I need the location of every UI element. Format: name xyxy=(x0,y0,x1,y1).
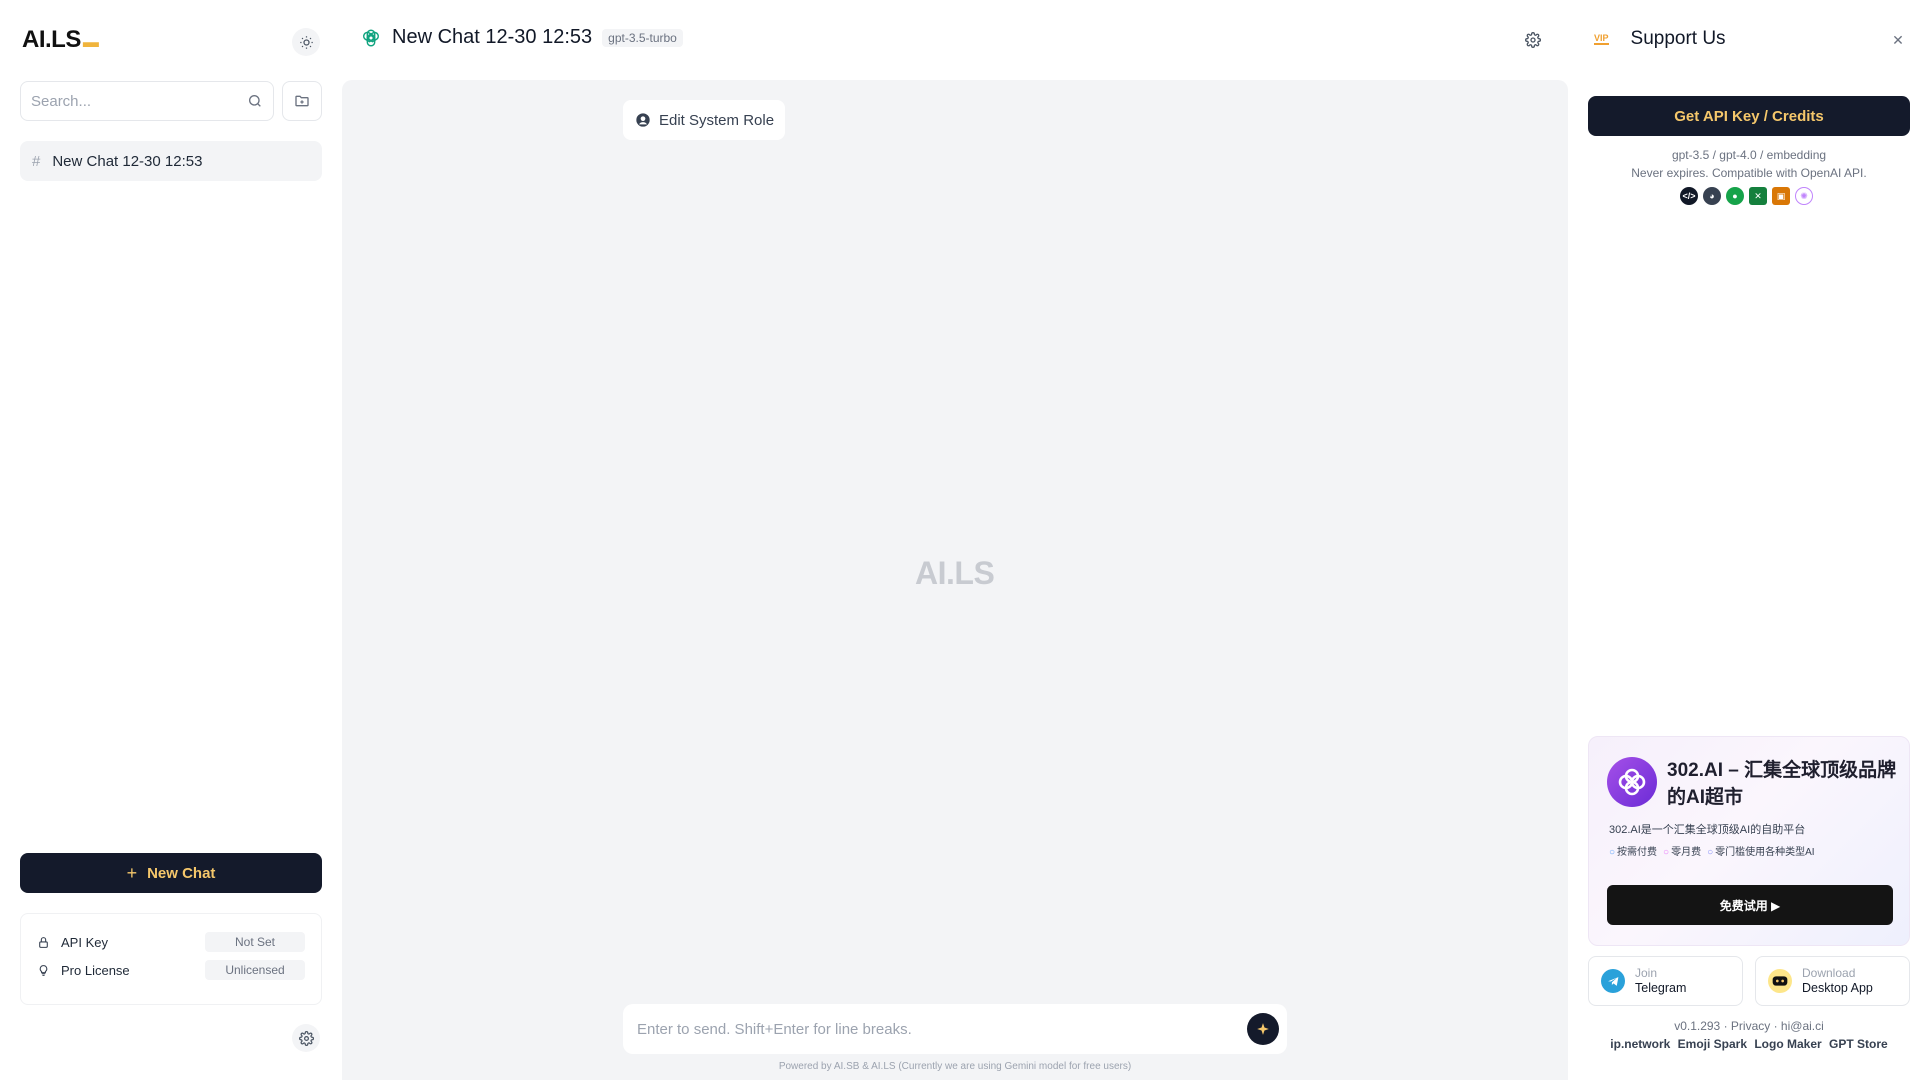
desktop-app-icon xyxy=(1768,969,1792,993)
edit-system-role-button[interactable]: Edit System Role xyxy=(623,100,785,140)
chat-list-item-title: New Chat 12-30 12:53 xyxy=(52,152,203,170)
sun-icon xyxy=(299,35,313,49)
telegram-small-label: Join xyxy=(1635,966,1658,980)
logo-decoration: ▬ xyxy=(82,34,100,51)
api-description: gpt-3.5 / gpt-4.0 / embedding Never expi… xyxy=(1588,146,1910,182)
free-trial-button[interactable]: 免费试用 ▶ xyxy=(1607,885,1893,925)
promo-card[interactable]: 302.AI – 汇集全球顶级品牌的AI超市 302.AI是一个汇集全球顶级AI… xyxy=(1588,736,1910,946)
page-title[interactable]: New Chat 12-30 12:53 xyxy=(392,26,592,49)
watermark-logo: AI.LS xyxy=(915,555,995,591)
api-desc-compat: Never expires. Compatible with OpenAI AP… xyxy=(1631,166,1867,180)
footer-link[interactable]: Logo Maker xyxy=(1754,1037,1821,1051)
api-key-row[interactable]: API Key Not Set xyxy=(37,928,305,956)
api-key-label: API Key xyxy=(61,934,108,950)
support-title: Support Us xyxy=(1630,28,1726,49)
plus-icon: + xyxy=(126,862,138,883)
chat-list-item[interactable]: # New Chat 12-30 12:53 xyxy=(20,141,322,181)
privacy-link[interactable]: Privacy xyxy=(1731,1019,1770,1033)
gear-icon xyxy=(1525,32,1541,48)
get-api-key-button[interactable]: Get API Key / Credits xyxy=(1588,96,1910,136)
logo-text: AI.LS xyxy=(22,26,81,53)
status-panel: API Key Not Set Pro License Unlicensed xyxy=(20,913,322,1005)
download-desktop-app-link[interactable]: Download Desktop App xyxy=(1755,956,1910,1006)
message-input[interactable] xyxy=(637,1020,1247,1038)
promo-feature: 零门槛使用各种类型AI xyxy=(1707,843,1814,858)
license-label: Pro License xyxy=(61,962,130,978)
openai-icon xyxy=(363,28,379,47)
powered-by-text: Powered by AI.SB & AI.LS (Currently we a… xyxy=(778,1061,1132,1072)
api-key-status-badge: Not Set xyxy=(205,932,305,952)
sparkle-send-icon xyxy=(1257,1023,1269,1035)
hash-icon: # xyxy=(32,152,41,170)
desktop-label: Desktop App xyxy=(1802,981,1873,995)
box-icon[interactable]: ▣ xyxy=(1772,187,1790,205)
new-chat-button[interactable]: + New Chat xyxy=(20,853,322,893)
promo-subtitle: 302.AI是一个汇集全球顶级AI的自助平台 xyxy=(1609,824,1806,836)
openai-icon[interactable]: ✺ xyxy=(1795,187,1813,205)
new-chat-label: New Chat xyxy=(147,864,216,882)
email-link[interactable]: hi@ai.ci xyxy=(1781,1019,1824,1033)
desktop-small-label: Download xyxy=(1802,966,1856,980)
search-box xyxy=(20,81,274,121)
sidebar: AI.LS▬ # New Chat 12-30 12:53 + New Chat… xyxy=(0,0,342,1080)
bulb-icon xyxy=(37,964,53,977)
footer-link[interactable]: Emoji Spark xyxy=(1678,1037,1747,1051)
chat-bubble-icon[interactable]: ● xyxy=(1726,187,1744,205)
gear-icon xyxy=(298,1030,314,1046)
footer-link[interactable]: ip.network xyxy=(1610,1037,1670,1051)
telegram-label: Telegram xyxy=(1635,981,1687,995)
license-row[interactable]: Pro License Unlicensed xyxy=(37,956,305,984)
lock-icon xyxy=(37,936,53,949)
chat-settings-button[interactable] xyxy=(1522,29,1544,51)
search-icon[interactable] xyxy=(247,93,263,109)
promo-features: 按需付费 零月费 零门槛使用各种类型AI xyxy=(1609,843,1815,858)
new-folder-button[interactable] xyxy=(282,81,322,121)
edit-system-role-label: Edit System Role xyxy=(659,111,775,129)
support-header: VIP Support Us xyxy=(1594,28,1726,50)
license-status-badge: Unlicensed xyxy=(205,960,305,980)
version-text: v0.1.293 xyxy=(1674,1019,1721,1033)
chat-header: New Chat 12-30 12:53 gpt-3.5-turbo xyxy=(360,26,683,49)
cat-icon[interactable]: ◕ xyxy=(1703,187,1721,205)
model-badge[interactable]: gpt-3.5-turbo xyxy=(602,28,683,47)
footer-links: ip.network Emoji Spark Logo Maker GPT St… xyxy=(1588,1037,1910,1051)
app-logo[interactable]: AI.LS ▬ xyxy=(22,26,106,54)
send-button[interactable] xyxy=(1247,1013,1279,1045)
close-icon[interactable]: ✕ xyxy=(1890,32,1906,48)
search-input[interactable] xyxy=(31,92,247,110)
folder-plus-icon xyxy=(295,95,309,107)
code-icon[interactable]: </> xyxy=(1680,187,1698,205)
vip-icon: VIP xyxy=(1594,33,1609,45)
join-telegram-link[interactable]: Join Telegram xyxy=(1588,956,1743,1006)
provider-icons: </> ◕ ● ✕ ▣ ✺ xyxy=(1680,187,1813,205)
sidebar-settings-button[interactable] xyxy=(292,1024,320,1052)
support-panel: VIP Support Us ✕ Get API Key / Credits g… xyxy=(1568,0,1920,1080)
footer-meta: v0.1.293 · Privacy · hi@ai.ci xyxy=(1674,1019,1824,1033)
promo-title: 302.AI – 汇集全球顶级品牌的AI超市 xyxy=(1667,760,1897,808)
message-input-bar xyxy=(623,1004,1287,1054)
x-icon[interactable]: ✕ xyxy=(1749,187,1767,205)
api-desc-models: gpt-3.5 / gpt-4.0 / embedding xyxy=(1671,148,1827,162)
footer-link[interactable]: GPT Store xyxy=(1829,1037,1888,1051)
telegram-icon xyxy=(1601,969,1625,993)
promo-feature: 按需付费 xyxy=(1609,843,1657,858)
302ai-logo-icon xyxy=(1607,757,1657,807)
theme-toggle-button[interactable] xyxy=(292,28,320,56)
promo-feature: 零月费 xyxy=(1663,843,1701,858)
user-circle-icon xyxy=(636,113,650,127)
